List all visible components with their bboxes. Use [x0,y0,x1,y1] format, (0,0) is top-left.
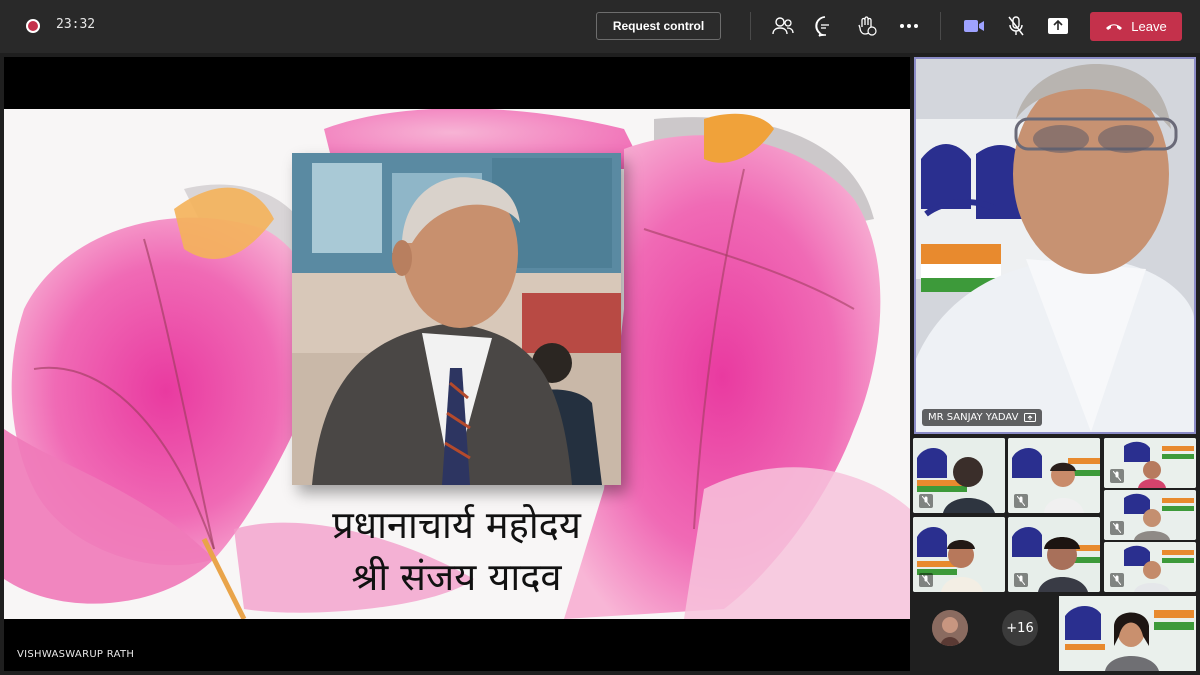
mic-off-icon [1014,494,1028,508]
mic-off-icon[interactable] [1004,14,1028,38]
request-control-button[interactable]: Request control [596,12,721,40]
participant-tile[interactable] [1008,517,1100,592]
more-participants-button[interactable]: +16 [1002,610,1038,646]
screen-share-icon [1024,412,1037,422]
react-icon[interactable] [855,14,879,38]
share-icon[interactable] [1046,14,1070,38]
caption-line-1: प्रधानाचार्य महोदय [332,503,581,547]
spotlight-name-tag: MR SANJAY YADAV [922,409,1043,426]
slide-caption: प्रधानाचार्य महोदय श्री संजय यादव [274,499,639,603]
participant-tile[interactable] [1104,438,1196,488]
caption-line-2: श्री संजय यादव [351,555,562,599]
principal-photo [292,153,621,485]
toolbar-divider [750,12,751,40]
self-view-video[interactable] [1059,596,1196,671]
mic-off-icon [1110,469,1124,483]
leave-label: Leave [1131,19,1167,34]
mic-off-icon [919,494,933,508]
mic-off-icon [1110,573,1124,587]
people-icon[interactable] [771,14,795,38]
participant-tile[interactable] [1008,438,1100,513]
participant-tile[interactable] [913,438,1005,513]
presenter-name: VISHWASWARUP RATH [17,649,135,660]
spotlight-video[interactable]: MR SANJAY YADAV [914,57,1196,434]
phone-icon [1106,23,1123,30]
participant-tile[interactable] [1104,490,1196,540]
more-icon[interactable] [897,14,921,38]
camera-icon[interactable] [962,14,986,38]
presentation-slide: प्रधानाचार्य महोदय श्री संजय यादव [4,109,910,619]
mic-off-icon [919,573,933,587]
meeting-timer: 23:32 [56,17,96,32]
spotlight-name: MR SANJAY YADAV [928,412,1019,423]
mic-off-icon [1014,573,1028,587]
toolbar-divider [940,12,941,40]
chat-icon[interactable] [813,14,837,38]
shared-screen[interactable]: प्रधानाचार्य महोदय श्री संजय यादव VISHWA… [4,57,910,671]
participant-avatar[interactable] [932,610,968,646]
participant-tile[interactable] [913,517,1005,592]
participant-tile[interactable] [1104,542,1196,592]
mic-off-icon [1110,521,1124,535]
recording-indicator-icon [26,19,40,33]
leave-button[interactable]: Leave [1090,12,1182,41]
meeting-toolbar: 23:32 Request control Leave [0,0,1200,53]
spotlight-video-feed [916,59,1194,432]
